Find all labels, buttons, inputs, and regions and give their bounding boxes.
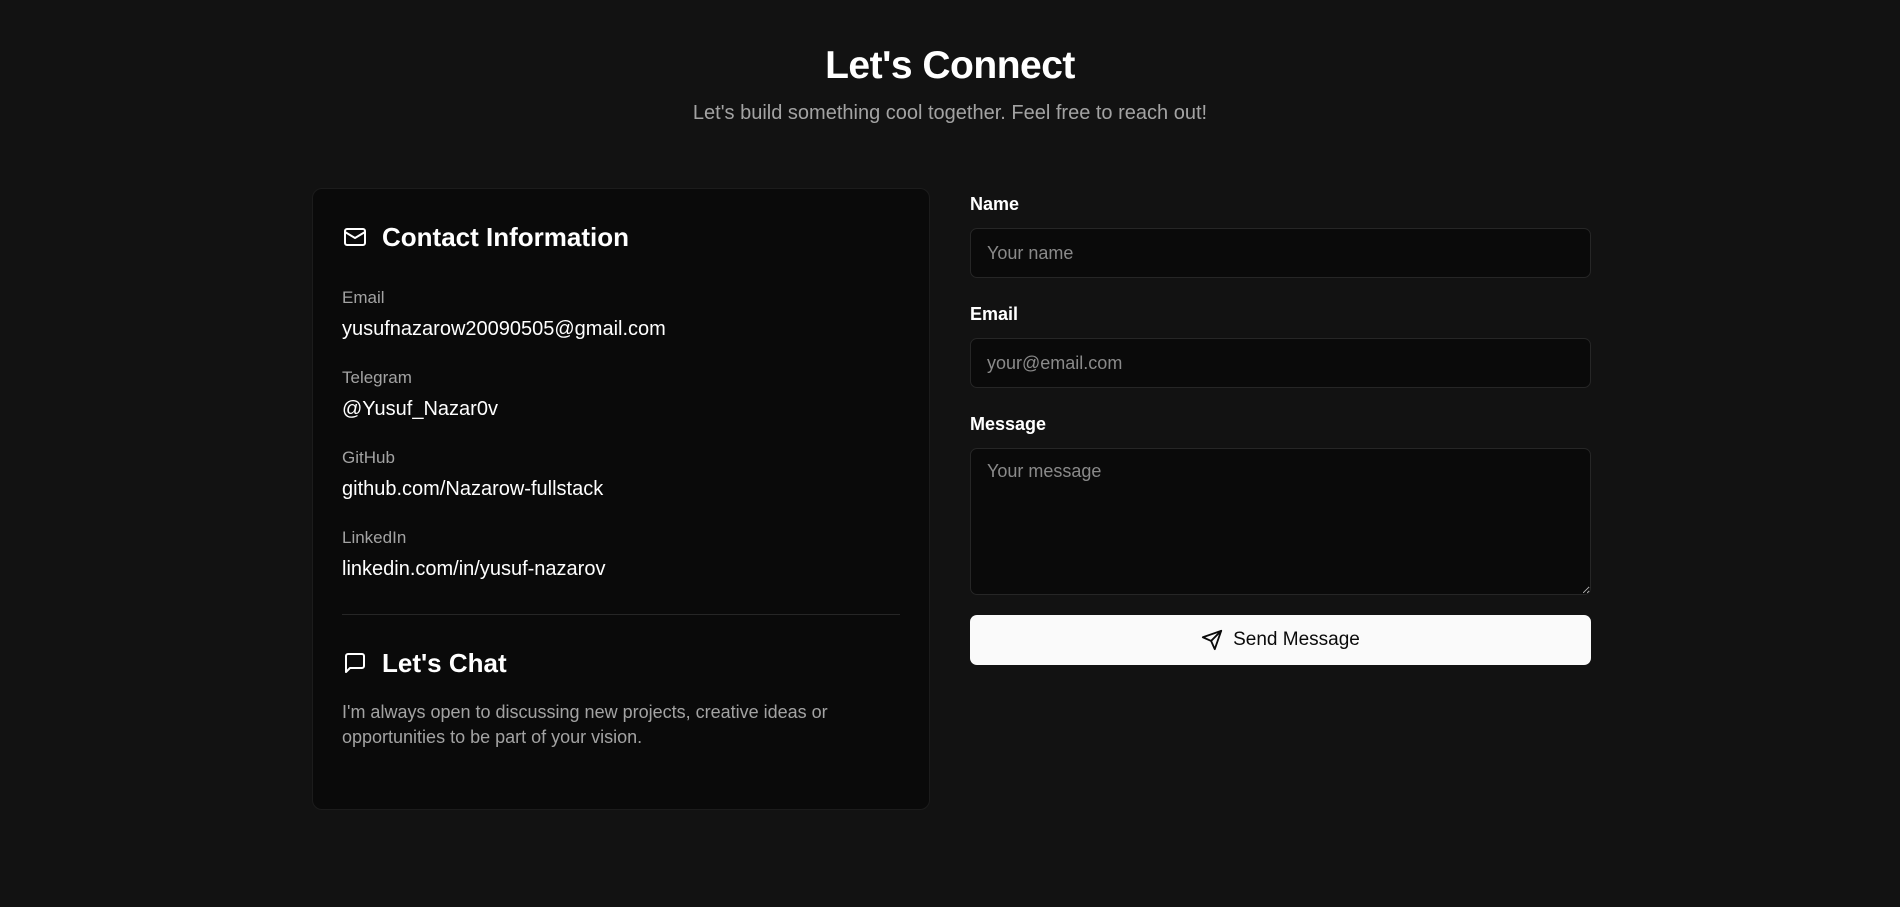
contact-info-header: Contact Information: [342, 219, 629, 255]
email-input[interactable]: [970, 338, 1591, 388]
send-icon: [1201, 629, 1223, 651]
message-textarea[interactable]: [970, 448, 1591, 595]
github-value[interactable]: github.com/Nazarow-fullstack: [342, 476, 603, 502]
chat-description: I'm always open to discussing new projec…: [342, 702, 828, 747]
name-label: Name: [970, 194, 1020, 214]
message-square-icon: [342, 650, 368, 676]
name-input[interactable]: [970, 228, 1591, 278]
email-label: Email: [342, 288, 385, 307]
contact-info-card: Contact Information Email yusufnazarow20…: [312, 188, 930, 810]
email-value[interactable]: yusufnazarow20090505@gmail.com: [342, 316, 666, 342]
send-message-label: Send Message: [1233, 629, 1360, 650]
chat-title: Let's Chat: [382, 647, 507, 678]
telegram-label: Telegram: [342, 368, 412, 387]
contact-page: Let's Connect Let's build something cool…: [0, 0, 1900, 907]
github-label: GitHub: [342, 448, 395, 467]
send-message-button[interactable]: Send Message: [970, 615, 1591, 665]
contact-info-title: Contact Information: [382, 221, 629, 252]
mail-icon: [342, 224, 368, 250]
page-subtitle: Let's build something cool together. Fee…: [692, 102, 1208, 124]
chat-header: Let's Chat: [342, 645, 507, 681]
telegram-value[interactable]: @Yusuf_Nazar0v: [342, 396, 498, 422]
message-label: Message: [970, 414, 1047, 434]
page-title: Let's Connect: [825, 44, 1075, 87]
email-field-label: Email: [970, 304, 1019, 324]
linkedin-label: LinkedIn: [342, 528, 407, 547]
linkedin-value[interactable]: linkedin.com/in/yusuf-nazarov: [342, 556, 605, 582]
section-divider: [342, 614, 900, 615]
